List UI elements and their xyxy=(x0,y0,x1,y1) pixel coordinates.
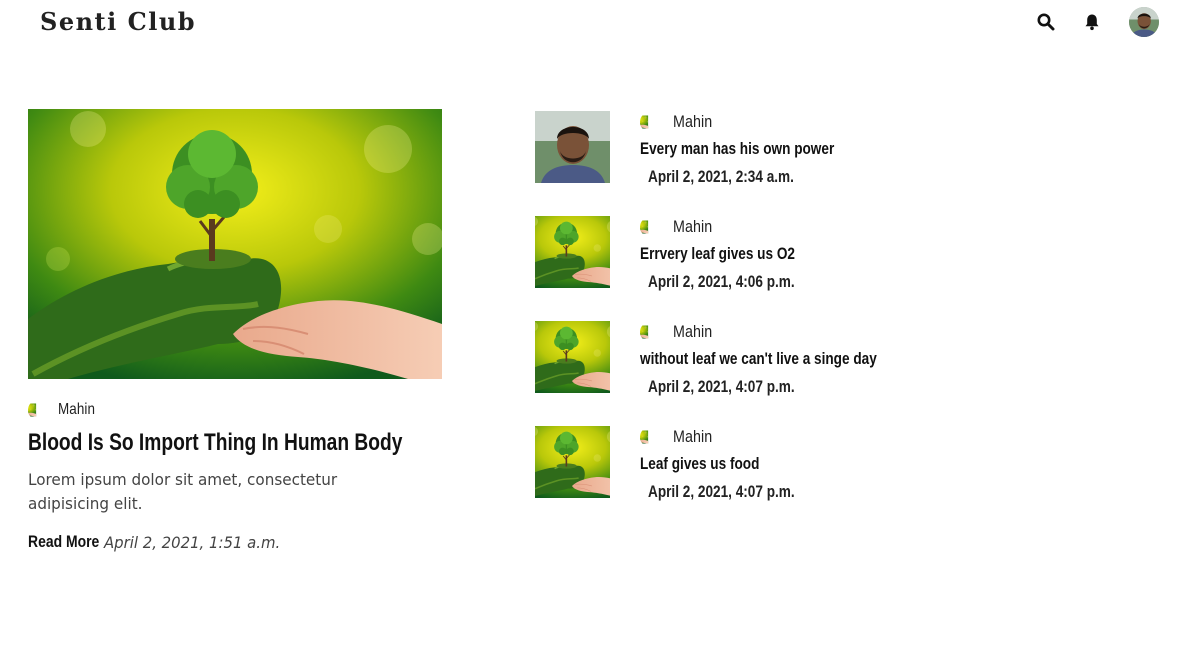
featured-image[interactable] xyxy=(28,109,442,379)
post-author: Mahin xyxy=(640,426,960,448)
author-avatar xyxy=(640,217,660,237)
post-thumbnail[interactable] xyxy=(535,426,610,498)
post-author: Mahin xyxy=(640,111,960,133)
post-thumbnail[interactable] xyxy=(535,216,610,288)
search-icon[interactable] xyxy=(1036,12,1056,32)
post-body: Mahin without leaf we can't live a singe… xyxy=(640,321,960,397)
post-item[interactable]: Mahin Errvery leaf gives us O2 April 2, … xyxy=(535,216,955,321)
nav-actions xyxy=(1036,7,1159,37)
post-thumbnail[interactable] xyxy=(535,321,610,393)
navbar: Senti Club xyxy=(0,0,1197,48)
featured-description: Lorem ipsum dolor sit amet, consectetur … xyxy=(28,470,338,513)
post-author: Mahin xyxy=(640,216,960,238)
read-more-link[interactable]: Read More xyxy=(28,532,99,552)
author-name[interactable]: Mahin xyxy=(673,322,712,342)
post-thumbnail[interactable] xyxy=(535,111,610,183)
author-avatar xyxy=(28,400,48,420)
post-title[interactable]: Errvery leaf gives us O2 xyxy=(640,244,896,264)
author-name[interactable]: Mahin xyxy=(673,427,712,447)
post-item[interactable]: Mahin without leaf we can't live a singe… xyxy=(535,321,955,426)
post-date: April 2, 2021, 2:34 a.m. xyxy=(648,167,794,186)
author-avatar xyxy=(640,427,660,447)
author-name[interactable]: Mahin xyxy=(673,217,712,237)
featured-title[interactable]: Blood Is So Import Thing In Human Body xyxy=(28,429,402,457)
post-body: Mahin Every man has his own power April … xyxy=(640,111,960,187)
post-list: Mahin Every man has his own power April … xyxy=(535,111,955,531)
post-date: April 2, 2021, 4:07 p.m. xyxy=(648,482,795,501)
post-title[interactable]: Leaf gives us food xyxy=(640,454,896,474)
post-title[interactable]: without leaf we can't live a singe day xyxy=(640,349,896,369)
author-avatar xyxy=(640,322,660,342)
user-avatar[interactable] xyxy=(1129,7,1159,37)
post-item[interactable]: Mahin Every man has his own power April … xyxy=(535,111,955,216)
featured-date: April 2, 2021, 1:51 a.m. xyxy=(104,532,281,552)
post-item[interactable]: Mahin Leaf gives us food April 2, 2021, … xyxy=(535,426,955,531)
featured-meta: Read More April 2, 2021, 1:51 a.m. xyxy=(28,532,442,552)
post-date: April 2, 2021, 4:06 p.m. xyxy=(648,272,795,291)
post-title[interactable]: Every man has his own power xyxy=(640,139,896,159)
brand-logo[interactable]: Senti Club xyxy=(40,7,196,36)
post-body: Mahin Leaf gives us food April 2, 2021, … xyxy=(640,426,960,502)
author-avatar xyxy=(640,112,660,132)
post-author: Mahin xyxy=(640,321,960,343)
bell-icon[interactable] xyxy=(1082,12,1102,32)
post-body: Mahin Errvery leaf gives us O2 April 2, … xyxy=(640,216,960,292)
author-name[interactable]: Mahin xyxy=(673,112,712,132)
featured-post: Mahin Blood Is So Import Thing In Human … xyxy=(28,109,442,552)
author-name[interactable]: Mahin xyxy=(58,401,95,419)
featured-author: Mahin xyxy=(28,400,442,420)
post-date: April 2, 2021, 4:07 p.m. xyxy=(648,377,795,396)
